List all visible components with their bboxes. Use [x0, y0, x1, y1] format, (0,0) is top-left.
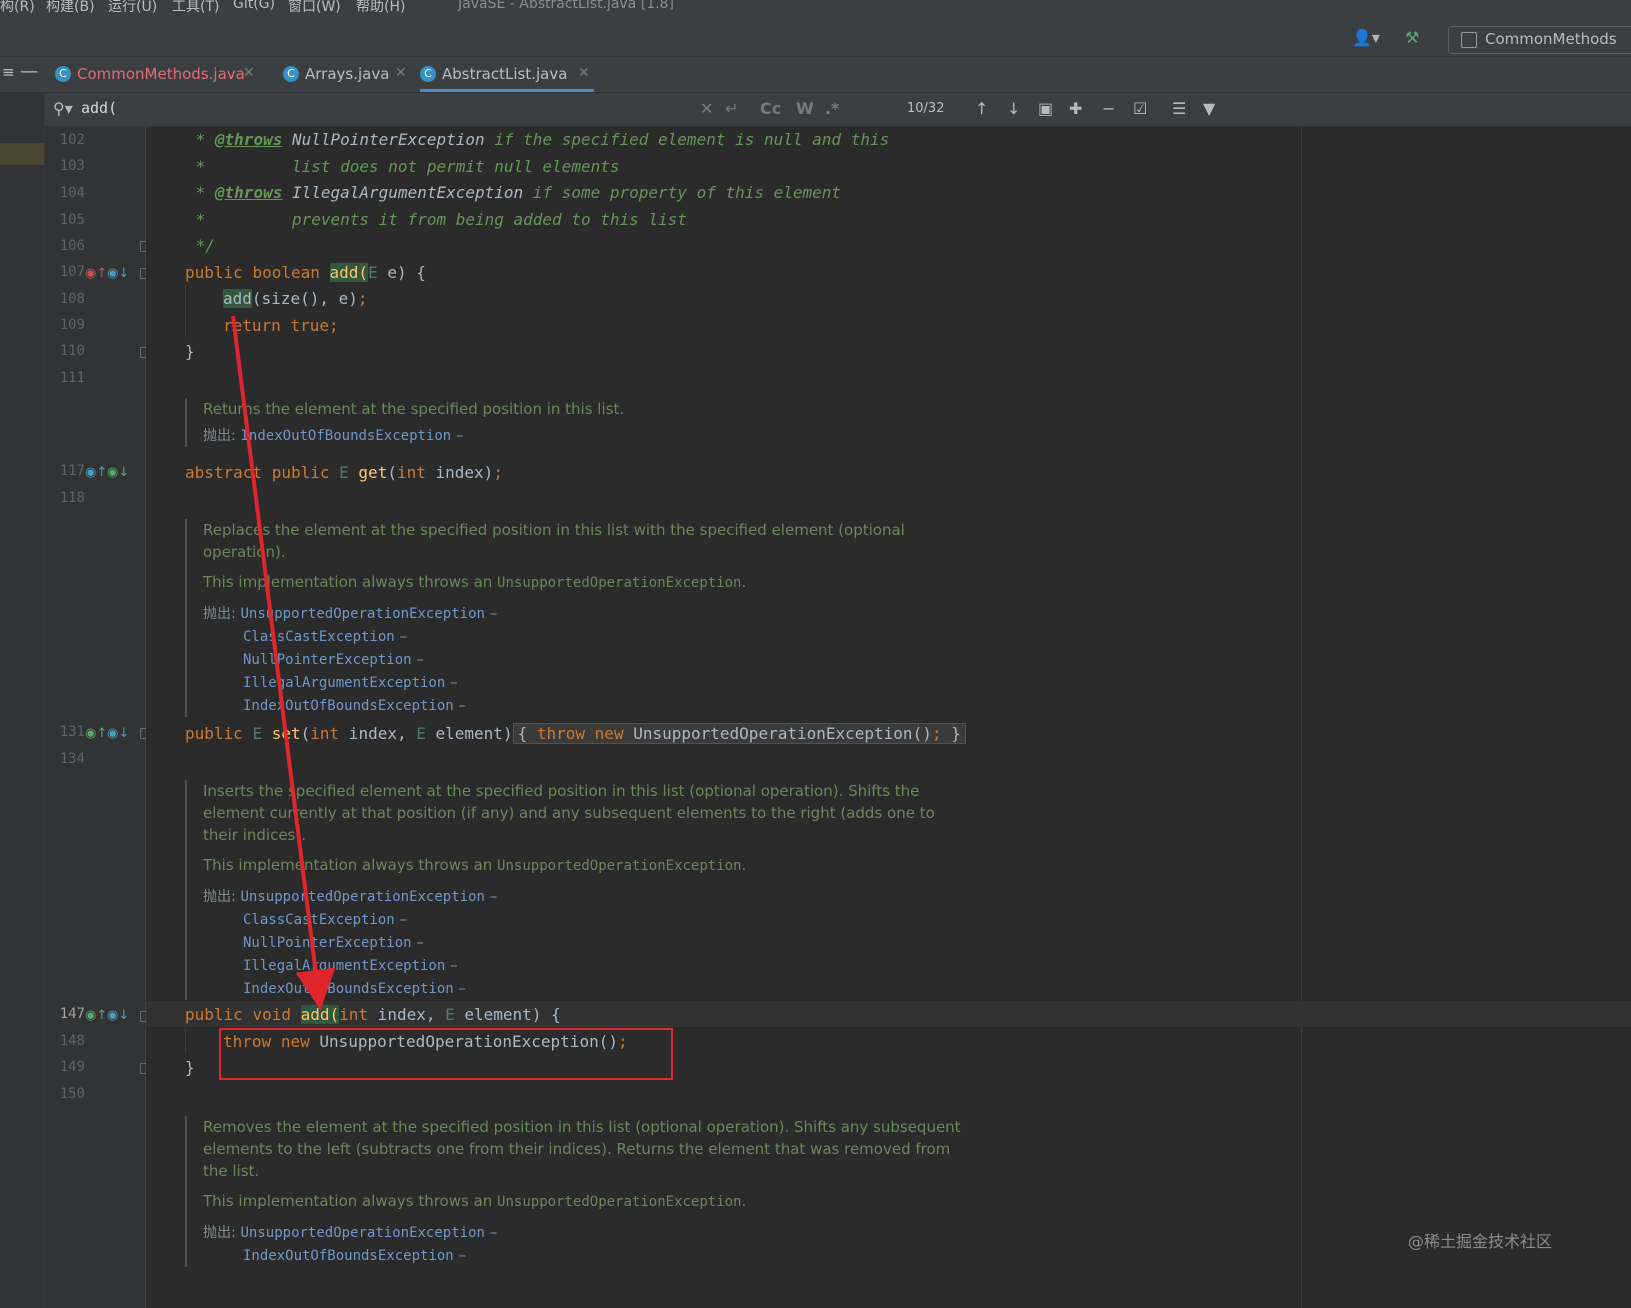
arrow-line: [231, 315, 336, 1010]
watermark: @稀土掘金技术社区: [1408, 1232, 1553, 1251]
red-arrow-annotation: [231, 315, 336, 1010]
